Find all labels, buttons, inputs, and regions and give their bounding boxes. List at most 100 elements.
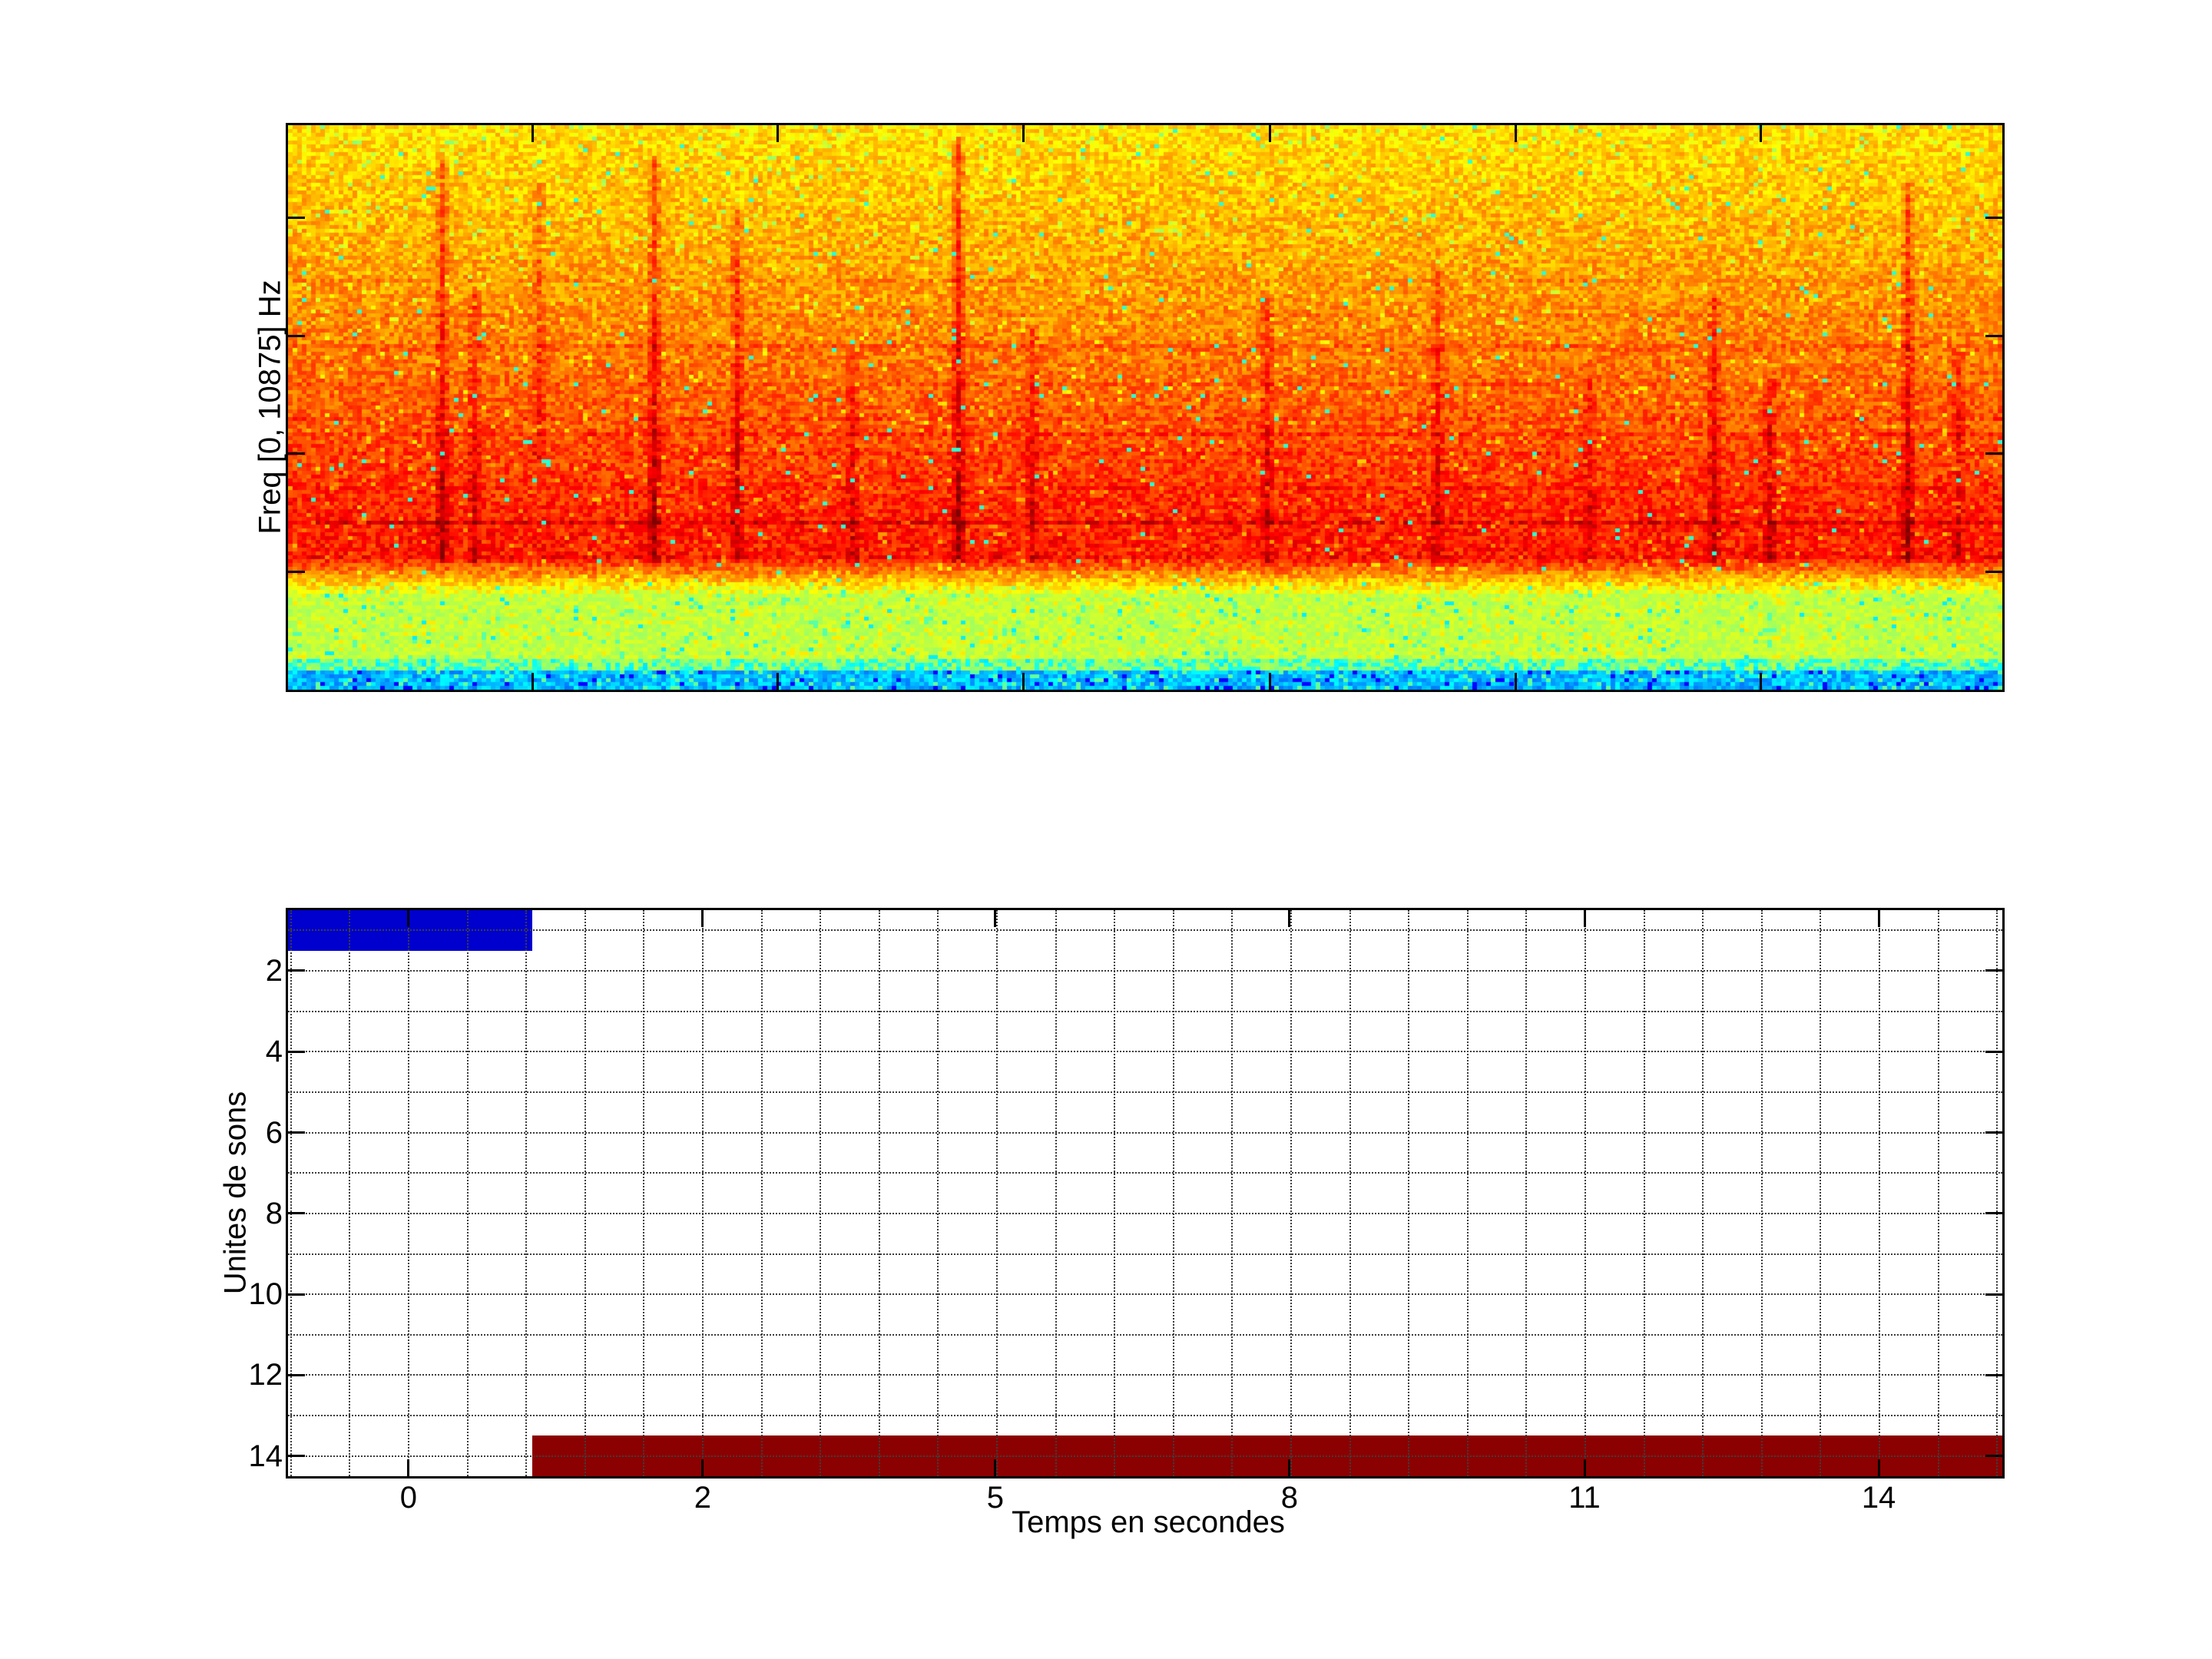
grid-line-horizontal <box>288 1091 2002 1093</box>
y-tick-label: 4 <box>265 1035 283 1069</box>
x-tick <box>1760 673 1762 690</box>
grid-line-horizontal <box>288 929 2002 932</box>
grid-line-vertical <box>1466 910 1469 1476</box>
grid-line-horizontal <box>288 1212 2002 1214</box>
x-tick-label: 8 <box>1280 1481 1299 1515</box>
grid-line-vertical <box>1760 910 1763 1476</box>
grid-line-vertical <box>1643 910 1645 1476</box>
grid-line-vertical <box>937 910 939 1476</box>
y-tick-label: 10 <box>248 1277 283 1312</box>
grid-line-horizontal <box>288 1455 2002 1457</box>
grid-line-vertical <box>701 910 704 1476</box>
x-tick <box>1288 1459 1290 1476</box>
x-tick-label: 11 <box>1568 1481 1601 1515</box>
y-tick <box>288 1374 305 1376</box>
y-tick <box>288 217 305 219</box>
y-tick <box>288 1455 305 1457</box>
grid-line-vertical <box>1349 910 1351 1476</box>
y-tick-label: 8 <box>265 1196 283 1230</box>
grid-line-horizontal <box>288 1415 2002 1416</box>
grid-line-vertical <box>525 910 528 1476</box>
x-tick <box>1515 125 1517 142</box>
x-tick <box>407 910 409 927</box>
y-tick-label: 12 <box>248 1358 283 1392</box>
x-tick <box>1584 1459 1586 1476</box>
y-tick-label: 6 <box>265 1115 283 1150</box>
x-tick-label: 5 <box>986 1481 1005 1515</box>
y-tick <box>288 571 305 573</box>
grid-line-horizontal <box>288 1172 2002 1174</box>
grid-line-horizontal <box>288 1131 2002 1134</box>
grid-line-vertical <box>1584 910 1586 1476</box>
x-tick <box>531 673 534 690</box>
x-tick <box>1269 673 1271 690</box>
x-tick <box>777 125 779 142</box>
grid-line-horizontal <box>288 1253 2002 1255</box>
x-tick <box>1022 673 1025 690</box>
y-tick <box>288 1051 305 1053</box>
x-tick <box>531 125 534 142</box>
grid-line-vertical <box>878 910 880 1476</box>
y-tick <box>1985 571 2002 573</box>
y-tick <box>1985 1374 2002 1376</box>
spectrogram-image <box>288 125 2002 690</box>
x-tick <box>701 1459 704 1476</box>
grid-line-vertical <box>1231 910 1233 1476</box>
bar-chart-axes <box>286 908 2005 1479</box>
y-tick <box>1985 1131 2002 1134</box>
grid-line-horizontal <box>288 1010 2002 1012</box>
y-tick <box>1985 217 2002 219</box>
x-tick <box>777 673 779 690</box>
grid-line-vertical <box>290 910 292 1476</box>
y-tick <box>1985 1051 2002 1053</box>
grid-line-vertical <box>820 910 822 1476</box>
spectrogram-axes <box>286 123 2005 692</box>
x-tick <box>1269 125 1271 142</box>
x-tick-label: 14 <box>1861 1481 1896 1515</box>
grid-line-vertical <box>1408 910 1410 1476</box>
grid-line-vertical <box>1702 910 1704 1476</box>
x-tick-label: 2 <box>694 1481 712 1515</box>
grid-line-vertical <box>1937 910 1939 1476</box>
x-tick <box>1022 125 1025 142</box>
y-tick <box>288 452 305 455</box>
grid-line-horizontal <box>288 970 2002 972</box>
y-tick <box>288 1131 305 1134</box>
grid-line-vertical <box>1525 910 1528 1476</box>
grid-line-vertical <box>1114 910 1116 1476</box>
grid-line-vertical <box>584 910 586 1476</box>
grid-line-horizontal <box>288 1293 2002 1296</box>
y-tick <box>288 969 305 972</box>
x-tick <box>1515 673 1517 690</box>
y-tick <box>1985 335 2002 337</box>
grid-line-vertical <box>1996 910 1998 1476</box>
grid-line-vertical <box>1820 910 1822 1476</box>
y-tick <box>1985 969 2002 972</box>
x-tick <box>1878 1459 1880 1476</box>
grid-line-vertical <box>1172 910 1174 1476</box>
y-tick <box>288 1293 305 1296</box>
x-tick <box>407 1459 409 1476</box>
grid-line-horizontal <box>288 1051 2002 1053</box>
grid-line-vertical <box>1879 910 1880 1476</box>
y-tick <box>1985 1455 2002 1457</box>
x-tick-label: 0 <box>399 1481 418 1515</box>
y-tick <box>1985 1293 2002 1296</box>
grid-line-vertical <box>466 910 469 1476</box>
matlab-figure: Freq [0, 10875] Hz Unites de sons Temps … <box>0 0 2212 1659</box>
grid-line-horizontal <box>288 1374 2002 1376</box>
x-tick <box>1878 910 1880 927</box>
grid-line-horizontal <box>288 1333 2002 1336</box>
spectrogram-ylabel: Freq [0, 10875] Hz <box>253 280 287 535</box>
x-tick <box>1584 910 1586 927</box>
x-tick <box>994 910 996 927</box>
y-tick-label: 14 <box>248 1439 283 1473</box>
y-tick <box>288 335 305 337</box>
grid-line-vertical <box>760 910 763 1476</box>
y-tick <box>1985 452 2002 455</box>
x-tick <box>1760 125 1762 142</box>
x-tick <box>994 1459 996 1476</box>
grid-line-vertical <box>1055 910 1057 1476</box>
grid-line-vertical <box>407 910 409 1476</box>
grid-line-vertical <box>1290 910 1292 1476</box>
